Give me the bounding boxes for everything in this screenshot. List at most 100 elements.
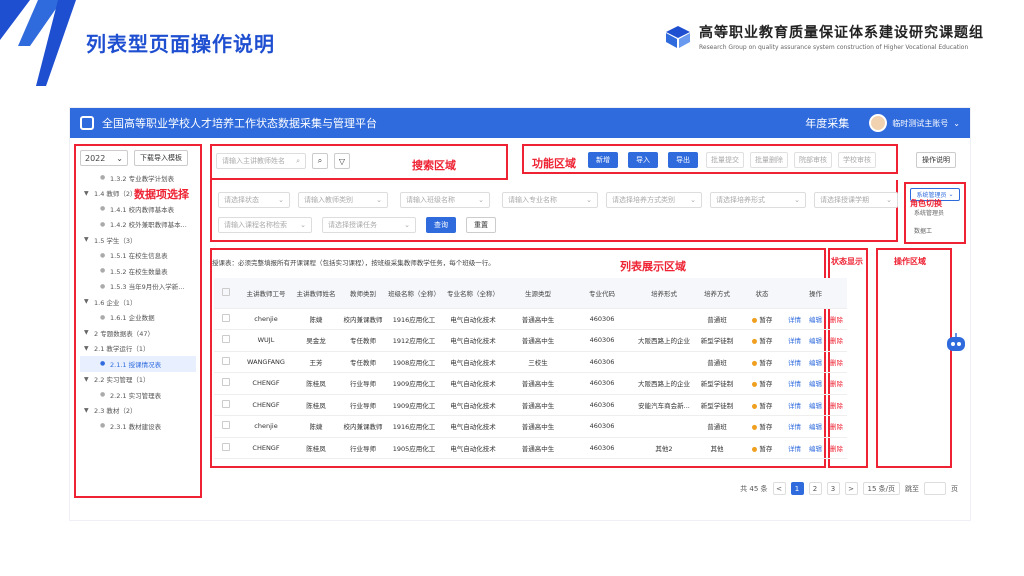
tree-group[interactable]: ▼ 2 专题数据表（47） <box>80 325 196 341</box>
caret-down-icon: ▼ <box>84 236 89 244</box>
tree-leaf[interactable]: ● 2.2.1 实习管理表 <box>80 387 196 403</box>
tree-leaf[interactable]: ● 1.5.1 在校生信息表 <box>80 248 196 264</box>
bullet-icon: ● <box>100 422 106 430</box>
table-cell: 460306 <box>570 415 634 438</box>
detail-link[interactable]: 详情 <box>788 445 801 453</box>
detail-link[interactable]: 详情 <box>788 380 801 388</box>
edit-link[interactable]: 编辑 <box>809 359 822 367</box>
row-checkbox[interactable] <box>214 394 238 416</box>
row-checkbox[interactable] <box>214 329 238 352</box>
download-template-button[interactable]: 下载导入模板 <box>134 150 188 166</box>
bullet-icon: ● <box>100 220 106 228</box>
search-button[interactable]: ⌕ <box>312 153 328 169</box>
edit-link[interactable]: 编辑 <box>809 316 822 324</box>
tree-group[interactable]: ▼ 2.1 教学运行（1） <box>80 341 196 357</box>
filter-select[interactable]: 请输入专业名称 ⌄ <box>502 192 598 208</box>
column-header[interactable]: 培养方式 <box>694 278 740 309</box>
school-review-button[interactable]: 学校审核 <box>838 152 876 168</box>
edit-link[interactable]: 编辑 <box>809 380 822 388</box>
tree-group[interactable]: ▼ 2.2 实习管理（1） <box>80 372 196 388</box>
goto-page-input[interactable] <box>924 482 946 495</box>
tree-group[interactable]: ▼ 1.5 学生（3） <box>80 232 196 248</box>
delete-link[interactable]: 删除 <box>830 402 843 410</box>
batch-delete-button[interactable]: 批量删除 <box>750 152 788 168</box>
delete-link[interactable]: 删除 <box>830 445 843 453</box>
detail-link[interactable]: 详情 <box>788 316 801 324</box>
query-button[interactable]: 查询 <box>426 217 456 233</box>
column-header[interactable]: 教师类别 <box>338 278 388 309</box>
page-button[interactable]: 2 <box>808 482 822 495</box>
column-header[interactable]: 专业名称（全称） <box>440 278 506 309</box>
column-header[interactable]: 班级名称（全称） <box>388 278 440 309</box>
column-header[interactable]: 操作 <box>784 278 847 309</box>
tree-group[interactable]: ▼ 2.3 教材（2） <box>80 403 196 419</box>
teacher-name-search-input[interactable]: 请输入主讲教师姓名 ⌕ <box>216 153 306 169</box>
filter-select[interactable]: 请输入课程名称检索 ⌄ <box>218 217 312 233</box>
table-cell: 1908应用化工 <box>388 351 440 373</box>
role-option[interactable]: 系统管理员 <box>914 208 944 217</box>
delete-link[interactable]: 删除 <box>830 423 843 431</box>
filter-select[interactable]: 请选择授课学期 ⌄ <box>814 192 898 208</box>
user-menu[interactable]: 临时测试主账号 ⌄ <box>869 114 960 132</box>
detail-link[interactable]: 详情 <box>788 423 801 431</box>
filter-select[interactable]: 请选择培养形式 ⌄ <box>710 192 806 208</box>
page-size-select[interactable]: 15 条/页 <box>862 482 900 495</box>
import-button[interactable]: 导入 <box>628 152 658 168</box>
column-header[interactable]: 生源类型 <box>506 278 570 309</box>
edit-link[interactable]: 编辑 <box>809 445 822 453</box>
year-select[interactable]: 2022 ⌄ <box>80 150 128 166</box>
next-page-button[interactable]: > <box>844 482 858 495</box>
tree-leaf[interactable]: ● 1.4.2 校外兼职教师基本... <box>80 217 196 233</box>
column-header[interactable]: 培养形式 <box>634 278 694 309</box>
batch-submit-button[interactable]: 批量提交 <box>706 152 744 168</box>
filter-select[interactable]: 请选择授课任务 ⌄ <box>322 217 416 233</box>
column-header[interactable]: 主讲教师工号 <box>238 278 294 309</box>
edit-link[interactable]: 编辑 <box>809 423 822 431</box>
column-header[interactable]: 状态 <box>740 278 784 309</box>
reset-button[interactable]: 重置 <box>466 217 496 233</box>
filter-select[interactable]: 请选择状态 ⌄ <box>218 192 290 208</box>
filter-select[interactable]: 请输入教师类别 ⌄ <box>298 192 388 208</box>
page-button[interactable]: 3 <box>826 482 840 495</box>
instructions-button[interactable]: 操作说明 <box>916 152 956 168</box>
table-cell: 行业导师 <box>338 372 388 395</box>
delete-link[interactable]: 删除 <box>830 380 843 388</box>
tree-leaf[interactable]: ● 2.1.1 授课情况表 <box>80 356 196 372</box>
detail-link[interactable]: 详情 <box>788 337 801 345</box>
edit-link[interactable]: 编辑 <box>809 402 822 410</box>
tree-leaf[interactable]: ● 1.5.2 在校生数量表 <box>80 263 196 279</box>
filter-select[interactable]: 请选择培养方式类别 ⌄ <box>606 192 702 208</box>
edit-link[interactable]: 编辑 <box>809 337 822 345</box>
filter-select[interactable]: 请输入班级名称 ⌄ <box>400 192 490 208</box>
delete-link[interactable]: 删除 <box>830 316 843 324</box>
delete-link[interactable]: 删除 <box>830 337 843 345</box>
tree-leaf[interactable]: ● 1.3.2 专业教学计划表 <box>80 170 196 186</box>
delete-link[interactable]: 删除 <box>830 359 843 367</box>
table-cell: 新型学徒制 <box>694 394 740 416</box>
column-header[interactable]: 专业代码 <box>570 278 634 309</box>
page-button[interactable]: 1 <box>790 482 804 495</box>
dept-review-button[interactable]: 院部审核 <box>794 152 832 168</box>
tree-group[interactable]: ▼ 1.6 企业（1） <box>80 294 196 310</box>
export-button[interactable]: 导出 <box>668 152 698 168</box>
column-header[interactable]: 主讲教师姓名 <box>294 278 338 309</box>
select-all-checkbox[interactable] <box>214 278 238 309</box>
row-checkbox[interactable] <box>214 308 238 330</box>
tree-leaf[interactable]: ● 2.3.1 教材建设表 <box>80 418 196 434</box>
tree-leaf[interactable]: ● 1.4.1 校内教师基本表 <box>80 201 196 217</box>
tree-leaf[interactable]: ● 1.5.3 当年9月份入学新... <box>80 279 196 295</box>
row-checkbox[interactable] <box>214 351 238 373</box>
add-button[interactable]: 新增 <box>588 152 618 168</box>
row-checkbox[interactable] <box>214 437 238 459</box>
role-option[interactable]: 数据工 <box>914 226 932 235</box>
detail-link[interactable]: 详情 <box>788 359 801 367</box>
detail-link[interactable]: 详情 <box>788 402 801 410</box>
assistant-robot-icon[interactable] <box>944 332 968 354</box>
search-icon: ⌕ <box>317 156 323 165</box>
row-checkbox[interactable] <box>214 372 238 395</box>
row-checkbox[interactable] <box>214 415 238 438</box>
prev-page-button[interactable]: < <box>772 482 786 495</box>
filter-button[interactable]: ▽ <box>334 153 350 169</box>
annual-collection-link[interactable]: 年度采集 <box>805 115 849 131</box>
tree-leaf[interactable]: ● 1.6.1 企业数据 <box>80 310 196 326</box>
